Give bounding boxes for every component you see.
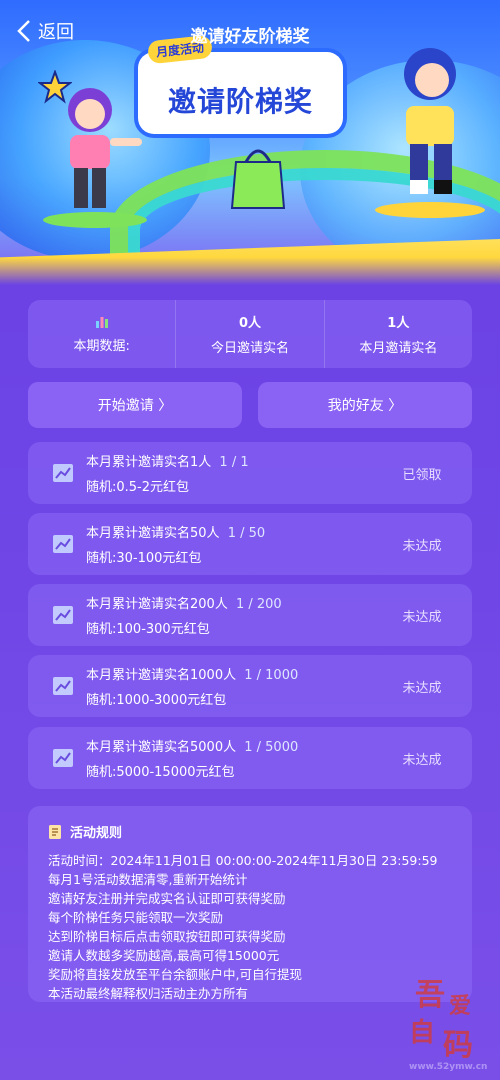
stats-card: 本期数据: 0人 今日邀请实名 1人 本月邀请实名 [28,300,472,368]
trend-chart-icon [53,464,73,482]
tier-reward: 随机:30-100元红包 [86,551,202,566]
rules-header: 活动规则 [48,822,452,841]
tier-row: 本月累计邀请实名200人 1 / 200 随机:100-300元红包 未达成 [28,584,472,646]
trend-chart-icon [53,606,73,624]
stat-period-label: 本期数据: [73,338,130,354]
tier-title: 本月累计邀请实名5000人 [86,740,237,755]
tier-title: 本月累计邀请实名1000人 [86,668,237,683]
trend-chart-icon [53,677,73,695]
tier-status[interactable]: 未达成 [382,677,462,696]
tier-text: 本月累计邀请实名1人 1 / 1 随机:0.5-2元红包 [86,451,382,495]
tier-progress: 1 / 1 [219,455,249,470]
tier-title-line: 本月累计邀请实名50人 1 / 50 [86,522,382,541]
bar-chart-icon [95,316,108,328]
boy-surfer-illustration [375,48,485,218]
tier-reward: 随机:0.5-2元红包 [86,480,190,495]
tier-title: 本月累计邀请实名200人 [86,597,228,612]
tier-progress: 1 / 50 [227,526,266,541]
top-nav-bar: 返回 邀请好友阶梯奖 [0,0,500,66]
tier-progress: 1 / 200 [235,597,282,612]
trend-chart-icon [53,535,73,553]
tier-status[interactable]: 未达成 [382,749,462,768]
tier-title-line: 本月累计邀请实名5000人 1 / 5000 [86,736,382,755]
stat-month-count: 1人 [387,316,410,331]
shopping-bag-icon [230,149,286,209]
tier-title: 本月累计邀请实名1人 [86,455,212,470]
tier-row: 本月累计邀请实名1人 1 / 1 随机:0.5-2元红包 已领取 [28,442,472,504]
watermark-char: 吾 [415,978,445,1013]
watermark-char: 码 [443,1028,473,1063]
tier-title-line: 本月累计邀请实名1人 1 / 1 [86,451,382,470]
tier-row: 本月累计邀请实名1000人 1 / 1000 随机:1000-3000元红包 未… [28,655,472,717]
tier-status[interactable]: 未达成 [382,606,462,625]
start-invite-button[interactable]: 开始邀请 〉 [28,382,242,428]
tier-reward: 随机:5000-15000元红包 [86,765,235,780]
stat-today-label: 今日邀请实名 [210,341,289,356]
banner-title: 邀请阶梯奖 [167,85,313,118]
document-icon [49,824,61,839]
rules-line: 邀请人数越多奖励越高,最高可得15000元 [48,948,280,963]
tier-row: 本月累计邀请实名50人 1 / 50 随机:30-100元红包 未达成 [28,513,472,575]
page-title: 邀请好友阶梯奖 [190,27,310,47]
tier-reward: 随机:100-300元红包 [86,622,210,637]
site-watermark: 吾 爱 自 码 www.52ymw.cn [405,970,489,1072]
tier-text: 本月累计邀请实名200人 1 / 200 随机:100-300元红包 [86,593,382,637]
stat-month-label: 本月邀请实名 [359,341,438,356]
tier-progress: 1 / 5000 [244,740,299,755]
girl-surfer-illustration [43,88,147,228]
watermark-url: www.52ymw.cn [409,1062,488,1072]
stat-month: 1人 本月邀请实名 [323,300,472,368]
rules-line: 邀请好友注册并完成实名认证即可获得奖励 [48,891,286,906]
my-friends-button[interactable]: 我的好友 〉 [258,382,472,428]
stat-today-count: 0人 [238,316,262,331]
tier-title: 本月累计邀请实名50人 [86,526,220,541]
tier-text: 本月累计邀请实名5000人 1 / 5000 随机:5000-15000元红包 [86,736,382,780]
tier-status[interactable]: 未达成 [382,535,462,554]
rules-line: 本活动最终解释权归活动主办方所有 [48,986,249,1001]
rules-line: 活动时间：2024年11月01日 00:00:00-2024年11月30日 23… [48,853,438,868]
tier-progress: 1 / 1000 [244,668,299,683]
tier-title-line: 本月累计邀请实名200人 1 / 200 [86,593,382,612]
trend-chart-icon [53,749,73,767]
watermark-char: 自 [409,1018,436,1048]
tier-status[interactable]: 已领取 [382,464,462,483]
stat-period: 本期数据: [28,300,175,368]
stat-today: 0人 今日邀请实名 [175,300,323,368]
rules-line: 每月1号活动数据清零,重新开始统计 [48,872,248,887]
watermark-char: 爱 [449,993,472,1019]
tier-text: 本月累计邀请实名50人 1 / 50 随机:30-100元红包 [86,522,382,566]
tier-text: 本月累计邀请实名1000人 1 / 1000 随机:1000-3000元红包 [86,664,382,708]
tier-title-line: 本月累计邀请实名1000人 1 / 1000 [86,664,382,683]
tier-row: 本月累计邀请实名5000人 1 / 5000 随机:5000-15000元红包 … [28,727,472,789]
rules-line: 每个阶梯任务只能领取一次奖励 [48,910,224,925]
rules-title: 活动规则 [70,826,123,841]
rules-line: 达到阶梯目标后点击领取按钮即可获得奖励 [48,929,286,944]
tier-reward: 随机:1000-3000元红包 [86,693,227,708]
rules-line: 奖励将直接发放至平台余额账户中,可自行提现 [48,967,302,982]
